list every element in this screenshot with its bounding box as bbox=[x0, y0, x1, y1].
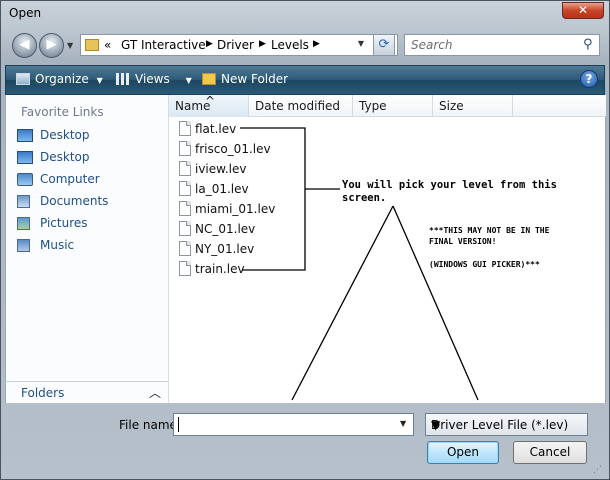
pointer-line-left bbox=[291, 205, 394, 401]
annotation-pick-line2: screen. bbox=[342, 192, 387, 204]
annotation-pick-line1: You will pick your level from this bbox=[342, 179, 557, 191]
annotation-disclaimer-line1: ***THIS MAY NOT BE IN THE bbox=[429, 226, 550, 235]
annotation-disclaimer-line2: FINAL VERSION! bbox=[429, 237, 497, 246]
annotation-disclaimer-line3: (WINDOWS GUI PICKER)*** bbox=[429, 260, 540, 269]
pointer-line-right bbox=[392, 205, 479, 401]
level-bracket bbox=[240, 127, 306, 271]
annotation-lines bbox=[240, 127, 479, 401]
